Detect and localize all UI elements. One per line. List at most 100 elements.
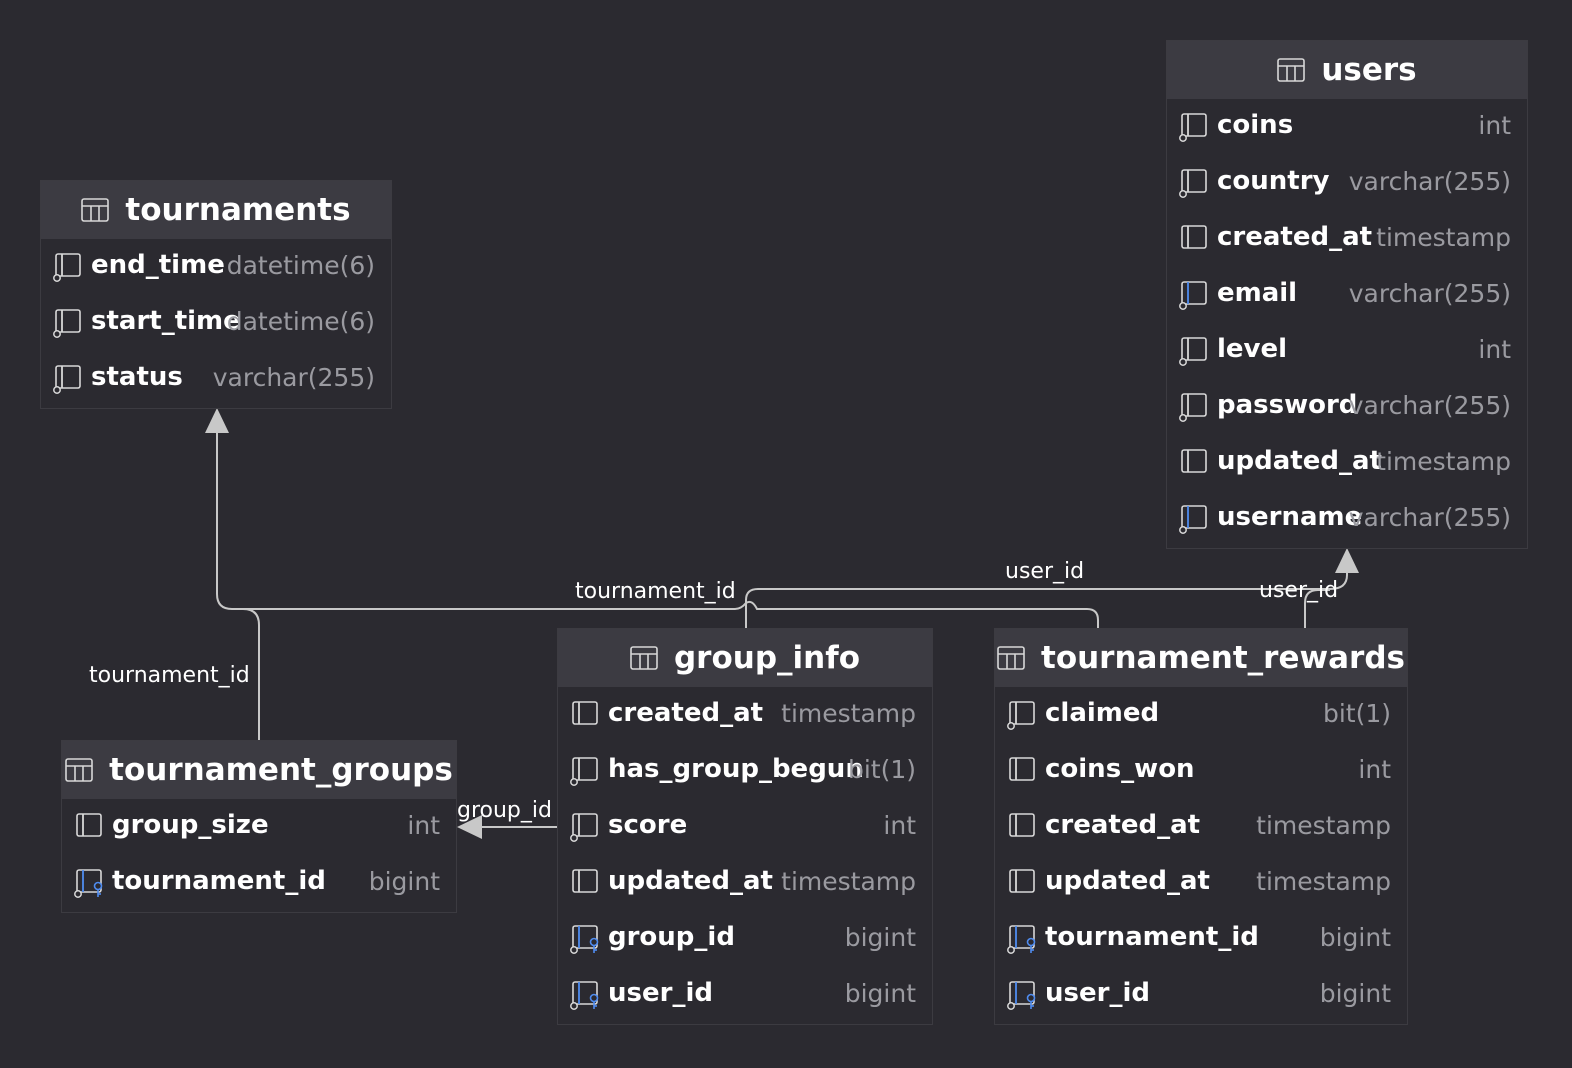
table-icon — [630, 646, 658, 670]
foreign-key-icon — [1007, 979, 1039, 1011]
edge-label-tournament-groups: tournament_id — [89, 663, 250, 688]
column-type: varchar(255) — [1348, 503, 1511, 532]
edge-label-tournament-rewards-user: user_id — [1259, 578, 1338, 603]
column-name: group_size — [112, 810, 269, 840]
table-title: users — [1321, 52, 1417, 88]
table-header-tournament-rewards[interactable]: tournament_rewards — [995, 629, 1407, 687]
column-row[interactable]: status varchar(255) — [41, 351, 391, 407]
table-group-info[interactable]: group_info created_at timestamp has_group_b… — [557, 628, 933, 1025]
column-type: bigint — [1319, 923, 1391, 952]
table-header-tournaments[interactable]: tournaments — [41, 181, 391, 239]
column-row[interactable]: email varchar(255) — [1167, 267, 1527, 323]
column-name: updated_at — [1217, 446, 1382, 476]
column-name: user_id — [1045, 978, 1150, 1008]
table-header-group-info[interactable]: group_info — [558, 629, 932, 687]
column-nullable-icon — [53, 363, 85, 395]
column-name: status — [91, 362, 183, 392]
column-name: password — [1217, 390, 1358, 420]
column-name: coins — [1217, 110, 1294, 140]
column-unique-icon — [1179, 503, 1211, 535]
column-type: bigint — [844, 979, 916, 1008]
column-type: int — [1478, 335, 1511, 364]
column-type: timestamp — [1376, 223, 1511, 252]
column-type: int — [407, 811, 440, 840]
column-nullable-icon — [53, 251, 85, 283]
foreign-key-icon — [570, 923, 602, 955]
column-type: bigint — [1319, 979, 1391, 1008]
column-unique-icon — [1179, 279, 1211, 311]
column-name: country — [1217, 166, 1330, 196]
column-type: int — [1358, 755, 1391, 784]
column-type: timestamp — [1256, 811, 1391, 840]
column-row[interactable]: updated_at timestamp — [1167, 435, 1527, 491]
column-type: varchar(255) — [1348, 279, 1511, 308]
edge-tournament-rewards-to-tournaments — [243, 600, 1099, 628]
table-tournament-groups[interactable]: tournament_groups group_size int tournament… — [61, 740, 457, 913]
column-type: varchar(255) — [1348, 167, 1511, 196]
column-icon — [1007, 755, 1039, 787]
column-type: int — [1478, 111, 1511, 140]
edge-label-group-id: group_id — [457, 798, 552, 823]
column-name: score — [608, 810, 688, 840]
column-type: timestamp — [781, 867, 916, 896]
edge-label-group-info-user: user_id — [1005, 559, 1084, 584]
column-row[interactable]: score int — [558, 799, 932, 855]
column-row[interactable]: created_at timestamp — [1167, 211, 1527, 267]
column-row[interactable]: coins_won int — [995, 743, 1407, 799]
foreign-key-icon — [1007, 923, 1039, 955]
column-row[interactable]: updated_at timestamp — [995, 855, 1407, 911]
column-row[interactable]: password varchar(255) — [1167, 379, 1527, 435]
table-icon — [65, 758, 93, 782]
column-type: int — [883, 811, 916, 840]
column-type: datetime(6) — [226, 251, 375, 280]
column-type: bigint — [844, 923, 916, 952]
foreign-key-icon — [570, 979, 602, 1011]
column-name: email — [1217, 278, 1298, 308]
column-icon — [1179, 223, 1211, 255]
column-name: updated_at — [608, 866, 773, 896]
column-name: group_id — [608, 922, 735, 952]
column-nullable-icon — [570, 811, 602, 843]
column-row[interactable]: end_time datetime(6) — [41, 239, 391, 295]
column-nullable-icon — [1179, 391, 1211, 423]
column-row[interactable]: has_group_begun bit(1) — [558, 743, 932, 799]
table-tournaments[interactable]: tournaments end_time datetime(6) start_time… — [40, 180, 392, 409]
column-row[interactable]: tournament_id bigint — [62, 855, 456, 911]
column-row[interactable]: username varchar(255) — [1167, 491, 1527, 547]
column-name: tournament_id — [1045, 922, 1259, 952]
column-name: claimed — [1045, 698, 1160, 728]
table-header-users[interactable]: users — [1167, 41, 1527, 99]
table-icon — [81, 198, 110, 222]
column-icon — [1179, 447, 1211, 479]
table-header-tournament-groups[interactable]: tournament_groups — [62, 741, 456, 799]
table-tournament-rewards[interactable]: tournament_rewards claimed bit(1) coins_won… — [994, 628, 1408, 1025]
column-type: varchar(255) — [1348, 391, 1511, 420]
column-icon — [1007, 867, 1039, 899]
column-row[interactable]: user_id bigint — [995, 967, 1407, 1023]
column-row[interactable]: group_size int — [62, 799, 456, 855]
column-row[interactable]: start_time datetime(6) — [41, 295, 391, 351]
table-icon — [997, 646, 1025, 670]
column-type: timestamp — [1376, 447, 1511, 476]
column-name: coins_won — [1045, 754, 1195, 784]
column-name: level — [1217, 334, 1288, 364]
column-name: end_time — [91, 250, 225, 280]
column-row[interactable]: group_id bigint — [558, 911, 932, 967]
column-row[interactable]: created_at timestamp — [558, 687, 932, 743]
table-users[interactable]: users coins int country varchar(255) created_… — [1166, 40, 1528, 549]
column-row[interactable]: created_at timestamp — [995, 799, 1407, 855]
column-row[interactable]: claimed bit(1) — [995, 687, 1407, 743]
foreign-key-icon — [74, 867, 106, 899]
column-row[interactable]: user_id bigint — [558, 967, 932, 1023]
column-row[interactable]: level int — [1167, 323, 1527, 379]
column-name: created_at — [1045, 810, 1201, 840]
column-type: bigint — [368, 867, 440, 896]
column-row[interactable]: updated_at timestamp — [558, 855, 932, 911]
column-row[interactable]: coins int — [1167, 99, 1527, 155]
column-icon — [74, 811, 106, 843]
column-type: datetime(6) — [226, 307, 375, 336]
column-type: bit(1) — [847, 755, 916, 784]
arrowhead-users — [1335, 548, 1359, 573]
column-row[interactable]: tournament_id bigint — [995, 911, 1407, 967]
column-row[interactable]: country varchar(255) — [1167, 155, 1527, 211]
